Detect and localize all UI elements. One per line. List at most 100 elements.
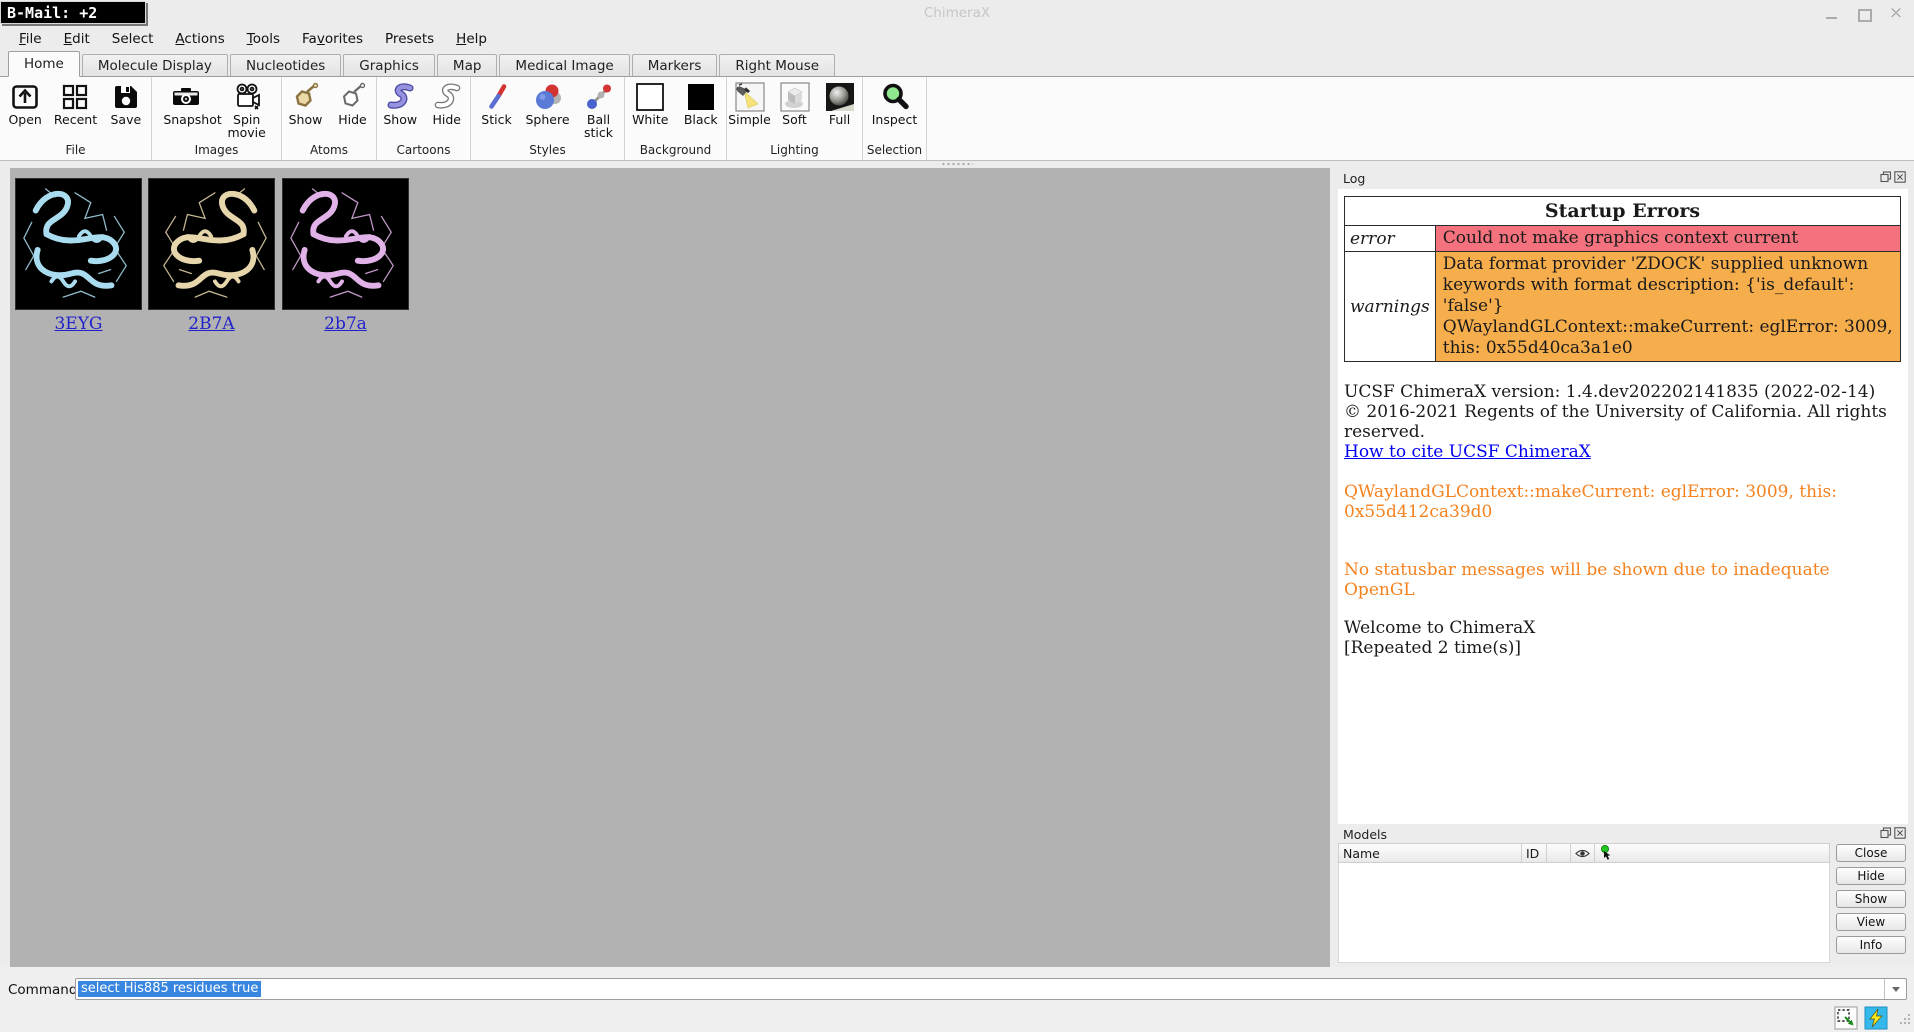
command-history-dropdown[interactable] (1884, 979, 1906, 999)
toolbar-group-lighting: Simple Soft Full Lighting (727, 77, 863, 160)
log-panel-title: Log (1343, 171, 1365, 186)
molecule-thumbnail-2b7a-lower[interactable] (282, 178, 409, 310)
menu-actions[interactable]: Actions (166, 29, 233, 49)
log-panel-titlebar: Log (1338, 168, 1908, 189)
models-panel-title: Models (1343, 827, 1387, 842)
models-close-icon[interactable] (1894, 827, 1906, 839)
log-content: Startup Errors error Could not make grap… (1338, 189, 1908, 824)
log-welcome-line: Welcome to ChimeraX (1344, 618, 1902, 638)
title-bar: ChimeraX × (0, 0, 1914, 27)
toolbar-group-file: Open Recent Save File (0, 77, 152, 160)
tab-home[interactable]: Home (8, 51, 80, 77)
toolbar-group-atoms: Show Hide Atoms (282, 77, 377, 160)
window-resize-grip[interactable] (1898, 1012, 1911, 1029)
models-table-header: Name ID (1338, 843, 1830, 863)
log-repeated-line: [Repeated 2 time(s)] (1344, 638, 1902, 658)
stick-icon (480, 81, 514, 113)
log-float-icon[interactable] (1880, 171, 1892, 183)
soft-lighting-icon (778, 81, 812, 113)
models-close-button[interactable]: Close (1836, 844, 1906, 862)
inspect-icon (878, 81, 912, 113)
simple-lighting-icon (733, 81, 767, 113)
models-panel-titlebar: Models (1338, 824, 1908, 845)
molecule-thumbnail-3eyg[interactable] (15, 178, 142, 310)
warnings-level-cell: warnings (1345, 252, 1436, 362)
toolbar-group-cartoons: Show Hide Cartoons (377, 77, 471, 160)
command-label: Command: (8, 982, 82, 998)
full-lighting-icon (823, 81, 857, 113)
menu-presets[interactable]: Presets (376, 29, 443, 49)
menu-tools[interactable]: Tools (238, 29, 289, 49)
startup-errors-table: Startup Errors error Could not make grap… (1344, 196, 1901, 362)
command-selected-text: select His885 residues true (78, 981, 261, 997)
menu-favorites[interactable]: Favorites (293, 29, 372, 49)
models-column-name: Name (1338, 843, 1522, 863)
select-cursor-icon (1595, 843, 1830, 863)
tab-nucleotides[interactable]: Nucleotides (230, 54, 341, 76)
window-title: ChimeraX (0, 5, 1914, 21)
toolbar-group-selection: Inspect Selection (863, 77, 927, 160)
models-hide-button[interactable]: Hide (1836, 867, 1906, 885)
molecule-thumbnail-2b7a-upper[interactable] (148, 178, 275, 310)
menu-help[interactable]: Help (447, 29, 496, 49)
bottom-bar: Command: select His885 residues true (0, 967, 1914, 1032)
toolbar-group-styles: Stick Sphere Ball stick Styles (471, 77, 625, 160)
tab-medical-image[interactable]: Medical Image (499, 54, 629, 76)
log-copyright-line: © 2016-2021 Regents of the University of… (1344, 402, 1902, 442)
log-version-line: UCSF ChimeraX version: 1.4.dev2022021418… (1344, 382, 1902, 402)
log-statusbar-warning-line: No statusbar messages will be shown due … (1344, 560, 1902, 600)
tab-markers[interactable]: Markers (632, 54, 718, 76)
menu-bar: File Edit Select Actions Tools Favorites… (0, 27, 1914, 50)
graphics-viewport: 3EYG 2B7A 2b7a (10, 168, 1330, 967)
open-icon (8, 81, 42, 113)
recent-icon (58, 81, 92, 113)
error-level-cell: error (1345, 226, 1436, 252)
pdb-link-2b7a-lower[interactable]: 2b7a (282, 314, 409, 334)
models-column-blank (1547, 843, 1571, 863)
log-eglerror-line: QWaylandGLContext::makeCurrent: eglError… (1344, 482, 1902, 522)
command-input[interactable]: select His885 residues true (75, 978, 1907, 1000)
warnings-message-cell: Data format provider 'ZDOCK' supplied un… (1435, 252, 1900, 362)
tab-map[interactable]: Map (437, 54, 498, 76)
movie-camera-icon (230, 81, 264, 113)
cartoons-show-icon (383, 81, 417, 113)
log-close-icon[interactable] (1894, 171, 1906, 183)
tab-graphics[interactable]: Graphics (343, 54, 435, 76)
black-square-icon (684, 81, 718, 113)
minimize-button[interactable] (1824, 7, 1840, 21)
startup-errors-title: Startup Errors (1345, 197, 1901, 226)
ball-stick-icon (582, 81, 616, 113)
error-message-cell: Could not make graphics context current (1435, 226, 1900, 252)
eye-icon (1571, 843, 1595, 863)
close-button[interactable]: × (1888, 7, 1904, 21)
ribbon-tab-bar: Home Molecule Display Nucleotides Graphi… (0, 50, 1914, 76)
cartoons-hide-icon (430, 81, 464, 113)
fast-lightning-icon[interactable] (1864, 1006, 1888, 1030)
right-panel: Log Startup Errors error Could not make … (1338, 168, 1908, 967)
cite-chimerax-link[interactable]: How to cite UCSF ChimeraX (1344, 442, 1591, 462)
models-info-button[interactable]: Info (1836, 936, 1906, 954)
tab-molecule-display[interactable]: Molecule Display (82, 54, 228, 76)
tab-right-mouse[interactable]: Right Mouse (719, 54, 835, 76)
menu-file[interactable]: File (10, 29, 51, 49)
models-content: Name ID Close Hide Show View Info (1338, 843, 1908, 967)
selection-mode-icon[interactable] (1834, 1006, 1858, 1030)
models-list[interactable] (1338, 863, 1830, 963)
menu-select[interactable]: Select (103, 29, 163, 49)
bmail-overlay: B-Mail: +2 (0, 1, 146, 24)
models-view-button[interactable]: View (1836, 913, 1906, 931)
models-show-button[interactable]: Show (1836, 890, 1906, 908)
toolbar-splitter-handle[interactable] (941, 162, 973, 166)
pdb-link-3eyg[interactable]: 3EYG (15, 314, 142, 334)
white-square-icon (633, 81, 667, 113)
atoms-show-icon (289, 81, 323, 113)
models-buttons: Close Hide Show View Info (1836, 844, 1906, 954)
models-float-icon[interactable] (1880, 827, 1892, 839)
menu-edit[interactable]: Edit (55, 29, 99, 49)
camera-icon (169, 81, 203, 113)
maximize-button[interactable] (1856, 7, 1872, 21)
toolbar-group-background: White Black Background (625, 77, 727, 160)
save-icon (109, 81, 143, 113)
pdb-link-2b7a-upper[interactable]: 2B7A (148, 314, 275, 334)
sphere-icon (531, 81, 565, 113)
